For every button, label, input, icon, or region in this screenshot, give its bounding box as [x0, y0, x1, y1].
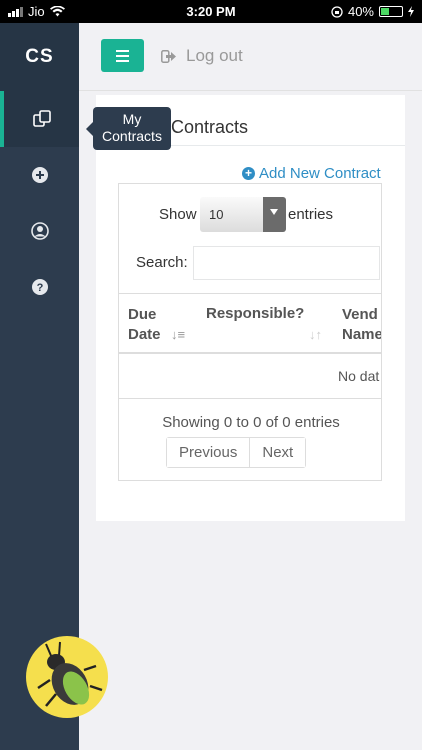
entries-select[interactable]: 10 [200, 197, 286, 232]
contracts-icon [32, 110, 51, 127]
table-header: Due Date ↓≡ Responsible? ↓↑ Vend Name [119, 293, 381, 354]
orientation-lock-icon [331, 5, 343, 18]
status-bar: Jio 3:20 PM 40% [0, 0, 422, 23]
sidebar-item-add-contract[interactable] [0, 147, 79, 203]
entries-select-value: 10 [209, 207, 224, 222]
table-info: Showing 0 to 0 of 0 entries [162, 414, 340, 431]
add-new-contract-label: Add New Contract [259, 165, 381, 182]
brand-logo[interactable]: CS [0, 23, 79, 91]
user-circle-icon [30, 222, 49, 240]
tooltip-my-contracts: My Contracts [86, 107, 171, 150]
bug-icon [37, 641, 103, 707]
add-new-contract-link[interactable]: + Add New Contract [242, 165, 381, 182]
search-label: Search: [136, 254, 188, 271]
no-data-message: No dat [338, 368, 380, 384]
sort-icon: ↓↑ [309, 327, 322, 342]
sort-desc-icon: ↓≡ [171, 327, 186, 342]
svg-text:?: ? [36, 282, 43, 294]
sidebar-item-help[interactable]: ? [0, 259, 79, 315]
battery-icon [379, 6, 403, 17]
add-circle-icon [31, 167, 48, 183]
dropdown-arrow-icon [263, 197, 286, 232]
logout-link[interactable]: Log out [161, 46, 243, 66]
next-button[interactable]: Next [249, 438, 306, 467]
sidebar-item-my-contracts[interactable] [0, 91, 79, 147]
contracts-table-wrapper: Show 10 entries Search: Due Date ↓≡ Resp… [118, 183, 382, 481]
sign-out-icon [161, 49, 176, 63]
top-navbar: Log out [79, 23, 422, 91]
pagination: Previous Next [166, 437, 307, 468]
sidebar-item-profile[interactable] [0, 203, 79, 259]
help-icon: ? [31, 279, 48, 295]
bug-report-widget[interactable] [26, 636, 108, 718]
search-input[interactable] [193, 246, 380, 280]
column-responsible[interactable]: Responsible? [206, 305, 304, 322]
contracts-card: My Contracts + Add New Contract Show 10 … [96, 95, 405, 521]
menu-toggle-button[interactable] [101, 39, 144, 72]
battery-percent: 40% [347, 4, 374, 19]
plus-circle-icon: + [242, 167, 255, 180]
logout-label: Log out [186, 46, 243, 65]
length-suffix: entries [288, 206, 334, 223]
length-prefix: Show [159, 206, 197, 223]
column-due-date[interactable]: Due Date [128, 305, 161, 345]
previous-button[interactable]: Previous [167, 438, 250, 467]
charging-icon [408, 6, 414, 17]
column-vendor-name[interactable]: Vend Name [342, 305, 381, 345]
hamburger-icon [116, 49, 129, 52]
status-right: 40% [331, 4, 414, 19]
table-row: No dat [119, 354, 381, 399]
